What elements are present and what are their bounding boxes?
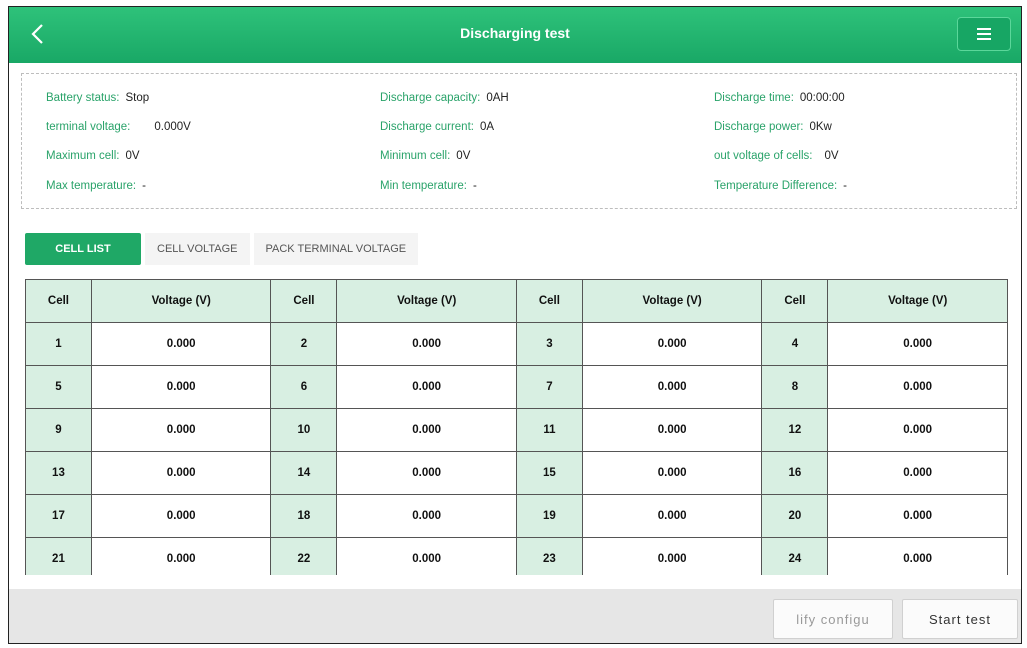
footer-bar: lify configu Start test	[9, 589, 1021, 643]
cell-number: 14	[270, 451, 338, 495]
column-header: Cell	[761, 279, 829, 323]
discharge-capacity: Discharge capacity: 0AH	[380, 92, 509, 104]
column-header: Voltage (V)	[90, 279, 272, 323]
cell-voltage-value: 0.000	[336, 494, 517, 538]
cell-voltage-value: 0.000	[336, 537, 517, 575]
tab-cell-list[interactable]: CELL LIST	[25, 233, 141, 265]
out-voltage-of-cells: out voltage of cells: 0V	[714, 150, 839, 162]
cell-voltage-value: 0.000	[90, 322, 272, 366]
tab-cell-voltage[interactable]: CELL VOLTAGE	[145, 233, 250, 265]
tab-bar: CELL LIST CELL VOLTAGE PACK TERMINAL VOL…	[25, 233, 419, 265]
cell-number: 13	[25, 451, 92, 495]
cell-voltage-value: 0.000	[90, 408, 272, 452]
cell-voltage-value: 0.000	[90, 451, 272, 495]
cell-number: 7	[515, 365, 583, 409]
column-header: Cell	[25, 279, 92, 323]
terminal-voltage: terminal voltage: 0.000V	[46, 121, 191, 133]
maximum-cell: Maximum cell: 0V	[46, 150, 140, 162]
cell-number: 10	[270, 408, 338, 452]
start-test-button[interactable]: Start test	[902, 599, 1018, 639]
cell-number: 23	[515, 537, 583, 575]
cell-number: 5	[25, 365, 92, 409]
cell-number: 2	[270, 322, 338, 366]
title-bar: Discharging test	[9, 7, 1021, 63]
modify-config-button[interactable]: lify configu	[773, 599, 893, 639]
app-window: Discharging test Battery status: Stop Dis…	[8, 6, 1022, 644]
page-title: Discharging test	[460, 25, 570, 41]
discharge-power: Discharge power: 0Kw	[714, 121, 832, 133]
temperature-difference: Temperature Difference: -	[714, 180, 847, 192]
table-row: 5 0.000 6 0.000 7 0.000 8 0.000	[25, 365, 1008, 409]
cell-number: 19	[515, 494, 583, 538]
table-row: 9 0.000 10 0.000 11 0.000 12 0.000	[25, 408, 1008, 452]
cell-voltage-value: 0.000	[90, 537, 272, 575]
column-header: Voltage (V)	[336, 279, 517, 323]
cell-voltage-value: 0.000	[581, 322, 763, 366]
minimum-cell: Minimum cell: 0V	[380, 150, 471, 162]
table-row: 17 0.000 18 0.000 19 0.000 20 0.000	[25, 494, 1008, 538]
cell-voltage-value: 0.000	[336, 365, 517, 409]
menu-button[interactable]	[957, 17, 1011, 51]
discharge-time: Discharge time: 00:00:00	[714, 92, 845, 104]
cell-number: 12	[761, 408, 829, 452]
cell-voltage-value: 0.000	[827, 537, 1008, 575]
cell-voltage-value: 0.000	[336, 451, 517, 495]
cell-voltage-value: 0.000	[581, 451, 763, 495]
cell-number: 16	[761, 451, 829, 495]
hamburger-menu-icon	[977, 28, 991, 40]
cell-voltage-value: 0.000	[827, 322, 1008, 366]
cell-voltage-value: 0.000	[336, 408, 517, 452]
cell-number: 1	[25, 322, 92, 366]
column-header: Voltage (V)	[827, 279, 1008, 323]
column-header: Voltage (V)	[581, 279, 763, 323]
cell-voltage-value: 0.000	[581, 537, 763, 575]
max-temperature: Max temperature: -	[46, 180, 146, 192]
cell-number: 24	[761, 537, 829, 575]
cell-number: 8	[761, 365, 829, 409]
tab-pack-terminal-voltage[interactable]: PACK TERMINAL VOLTAGE	[253, 233, 419, 265]
cell-number: 6	[270, 365, 338, 409]
cell-number: 22	[270, 537, 338, 575]
cell-number: 21	[25, 537, 92, 575]
cell-voltage-value: 0.000	[581, 494, 763, 538]
discharge-current: Discharge current: 0A	[380, 121, 495, 133]
cell-number: 11	[515, 408, 583, 452]
cell-voltage-value: 0.000	[90, 494, 272, 538]
cell-number: 3	[515, 322, 583, 366]
cell-voltage-value: 0.000	[827, 408, 1008, 452]
cell-voltage-value: 0.000	[336, 322, 517, 366]
min-temperature: Min temperature: -	[380, 180, 477, 192]
battery-status: Battery status: Stop	[46, 92, 150, 104]
cell-number: 15	[515, 451, 583, 495]
column-header: Cell	[270, 279, 338, 323]
cell-voltage-value: 0.000	[827, 365, 1008, 409]
cell-voltage-value: 0.000	[827, 494, 1008, 538]
cell-voltage-value: 0.000	[581, 365, 763, 409]
table-row: 1 0.000 2 0.000 3 0.000 4 0.000	[25, 322, 1008, 366]
cell-voltage-value: 0.000	[827, 451, 1008, 495]
table-header-row: Cell Voltage (V) Cell Voltage (V) Cell V…	[25, 279, 1008, 323]
cell-number: 18	[270, 494, 338, 538]
cell-voltage-value: 0.000	[90, 365, 272, 409]
battery-info-panel: Battery status: Stop Discharge capacity: 0…	[21, 73, 1017, 209]
table-row: 21 0.000 22 0.000 23 0.000 24 0.000	[25, 537, 1008, 575]
cell-voltage-table: Cell Voltage (V) Cell Voltage (V) Cell V…	[25, 279, 1008, 575]
cell-number: 9	[25, 408, 92, 452]
table-row: 13 0.000 14 0.000 15 0.000 16 0.000	[25, 451, 1008, 495]
cell-number: 4	[761, 322, 829, 366]
cell-number: 17	[25, 494, 92, 538]
column-header: Cell	[515, 279, 583, 323]
cell-voltage-value: 0.000	[581, 408, 763, 452]
cell-number: 20	[761, 494, 829, 538]
